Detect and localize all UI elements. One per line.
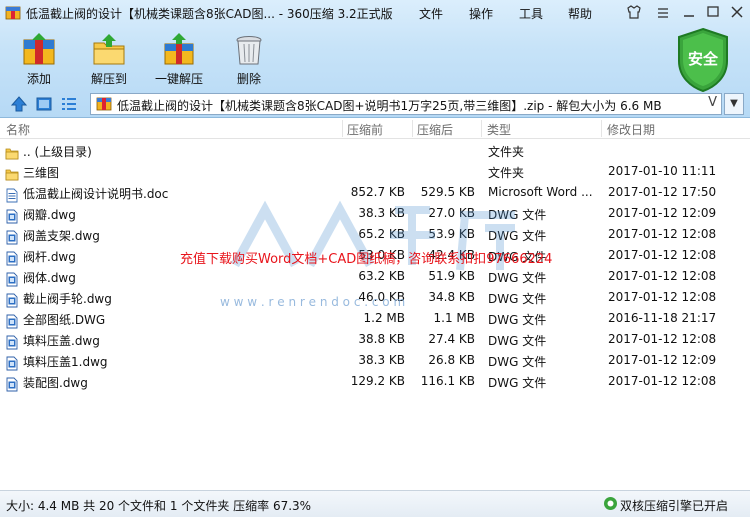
modified-date: 2017-01-12 17:50 [608, 185, 717, 199]
modified-date: 2016-11-18 21:17 [608, 311, 717, 325]
zip-archive-icon [96, 97, 112, 111]
one-click-extract-button[interactable]: 一键解压 [146, 30, 212, 88]
column-modified[interactable]: 修改日期 [607, 121, 655, 138]
status-summary: 大小: 4.4 MB 共 20 个文件和 1 个文件夹 压缩率 67.3% [6, 499, 312, 513]
file-row[interactable]: 装配图.dwg 129.2 KB 116.1 KB DWG 文件 2017-01-12 … [0, 371, 750, 392]
file-type: DWG 文件 [488, 313, 547, 327]
file-name: .. (上级目录) [23, 145, 92, 159]
watermark-url: w w w . r e n r e n d o c . c o m [220, 295, 406, 309]
extract-to-label: 解压到 [90, 72, 127, 86]
file-name: 装配图.dwg [23, 376, 88, 390]
security-shield[interactable]: 安全 [675, 27, 731, 93]
file-type: DWG 文件 [488, 376, 547, 390]
window-chrome: 低温截止阀的设计【机械类课题含8张CAD图... - 360压缩 3.2正式版 … [0, 0, 750, 118]
modified-date: 2017-01-12 12:08 [608, 290, 717, 304]
file-row[interactable]: .. (上级目录) 文件夹 [0, 140, 750, 161]
security-label: 安全 [687, 50, 718, 68]
engine-status: 双核压缩引擎已开启 [620, 499, 729, 513]
file-name: 填料压盖1.dwg [23, 355, 108, 369]
packed-size: 38.3 KB [358, 353, 405, 367]
packed-size: 38.8 KB [358, 332, 405, 346]
up-arrow-icon[interactable] [10, 95, 28, 113]
file-row[interactable]: 填料压盖.dwg 38.8 KB 27.4 KB DWG 文件 2017-01-12 1… [0, 329, 750, 350]
modified-date: 2017-01-10 11:11 [608, 164, 717, 178]
file-row[interactable]: 三维图 文件夹 2017-01-10 11:11 [0, 161, 750, 182]
file-name: 阀体.dwg [23, 271, 76, 285]
packed-size: 129.2 KB [350, 374, 405, 388]
packed-size: 1.2 MB [363, 311, 405, 325]
file-name: 填料压盖.dwg [23, 334, 100, 348]
close-icon[interactable] [728, 4, 746, 20]
column-header: 名称 压缩前 压缩后 类型 修改日期 [0, 118, 750, 139]
extract-to-button[interactable]: 解压到 [76, 30, 142, 88]
archive-path: 低温截止阀的设计【机械类课题含8张CAD图+说明书1万字25页,带三维图】.zi… [117, 99, 662, 113]
archive-add-icon [23, 33, 55, 65]
address-menu-button[interactable]: ▼ [724, 93, 744, 115]
menu-tools[interactable]: 工具 [519, 5, 543, 22]
extract-folder-icon [93, 34, 125, 65]
column-unpacked-size[interactable]: 压缩后 [417, 121, 453, 138]
file-name: 阀瓣.dwg [23, 208, 76, 222]
one-click-extract-icon [164, 33, 194, 65]
status-bar: 大小: 4.4 MB 共 20 个文件和 1 个文件夹 压缩率 67.3% 双核… [0, 490, 750, 517]
file-name: 三维图 [23, 166, 60, 180]
title-bar: 低温截止阀的设计【机械类课题含8张CAD图... - 360压缩 3.2正式版 … [0, 0, 750, 26]
menu-icon[interactable] [654, 4, 672, 20]
file-name: 阀杆.dwg [23, 250, 76, 264]
app-icon [5, 6, 21, 20]
maximize-icon[interactable] [704, 4, 722, 20]
trash-can-icon [236, 36, 262, 65]
modified-date: 2017-01-12 12:08 [608, 227, 717, 241]
menu-file[interactable]: 文件 [419, 5, 443, 22]
menu-help[interactable]: 帮助 [568, 5, 592, 22]
unpacked-size: 26.8 KB [428, 353, 475, 367]
window-title: 低温截止阀的设计【机械类课题含8张CAD图... - 360压缩 3.2正式版 [26, 7, 393, 21]
file-type: DWG 文件 [488, 355, 547, 369]
unpacked-size: 116.1 KB [420, 374, 475, 388]
modified-date: 2017-01-12 12:09 [608, 206, 717, 220]
address-bar[interactable]: 低温截止阀的设计【机械类课题含8张CAD图+说明书1万字25页,带三维图】.zi… [90, 93, 722, 115]
engine-status-icon [604, 497, 617, 510]
modified-date: 2017-01-12 12:08 [608, 374, 717, 388]
navigation-bar: 低温截止阀的设计【机械类课题含8张CAD图+说明书1万字25页,带三维图】.zi… [0, 91, 750, 117]
file-type: 文件夹 [488, 145, 525, 159]
unpacked-size: 1.1 MB [433, 311, 475, 325]
minimize-icon[interactable] [680, 4, 698, 20]
skin-icon[interactable] [625, 4, 643, 20]
address-dropdown[interactable]: V [708, 95, 717, 110]
column-packed-size[interactable]: 压缩前 [347, 121, 383, 138]
file-row[interactable]: 填料压盖1.dwg 38.3 KB 26.8 KB DWG 文件 2017-01-12 … [0, 350, 750, 371]
add-button[interactable]: 添加 [6, 30, 72, 88]
menu-operation[interactable]: 操作 [469, 5, 493, 22]
modified-date: 2017-01-12 12:08 [608, 332, 717, 346]
file-name: 阀盖支架.dwg [23, 229, 100, 243]
file-type: DWG 文件 [488, 334, 547, 348]
modified-date: 2017-01-12 12:09 [608, 353, 717, 367]
unpacked-size: 27.4 KB [428, 332, 475, 346]
modified-date: 2017-01-12 12:08 [608, 248, 717, 262]
one-click-extract-label: 一键解压 [154, 72, 203, 86]
watermark-notice: 充值下载购买Word文档+CAD图纸稿，咨询联系扣扣97666224 [180, 252, 553, 267]
column-name[interactable]: 名称 [6, 121, 30, 138]
column-type[interactable]: 类型 [487, 121, 511, 138]
modified-date: 2017-01-12 12:08 [608, 269, 717, 283]
file-row[interactable]: 全部图纸.DWG 1.2 MB 1.1 MB DWG 文件 2016-11-18 21:… [0, 308, 750, 329]
file-name: 全部图纸.DWG [23, 313, 106, 327]
delete-button[interactable]: 删除 [216, 30, 282, 88]
file-name: 截止阀手轮.dwg [23, 292, 112, 306]
large-icons-view-icon[interactable] [35, 95, 53, 113]
details-view-icon[interactable] [60, 95, 78, 113]
file-name: 低温截止阀设计说明书.doc [23, 187, 169, 201]
delete-label: 删除 [236, 72, 261, 86]
file-type: 文件夹 [488, 166, 525, 180]
add-label: 添加 [26, 72, 51, 86]
